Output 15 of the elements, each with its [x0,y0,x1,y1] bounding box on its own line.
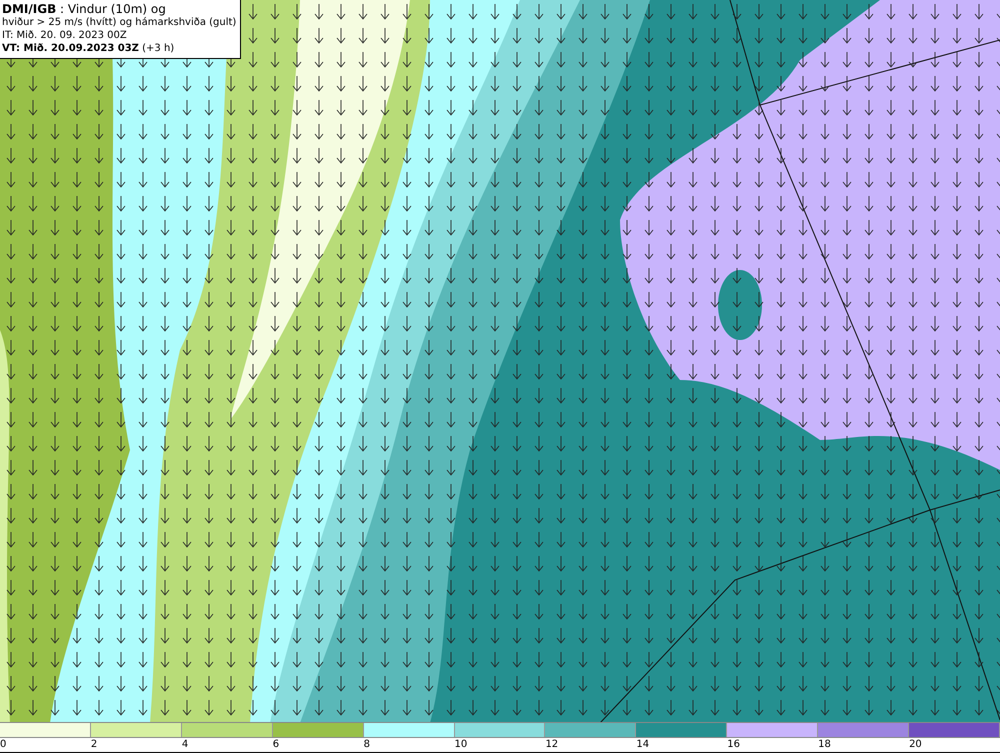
legend-tick-label: 2 [90,738,98,752]
legend-tick-label: 12 [545,738,558,752]
title-line: VT: Mið. 20.09.2023 03Z (+3 h) [2,42,176,55]
legend-tick-label: 8 [364,738,370,752]
title-line: hviður > 25 m/s (hvítt) og hámarkshviða (gult) [2,16,236,29]
title-line: IT: Mið. 20. 09. 2023 00Z [2,29,128,42]
legend-tick-label: 0 [0,738,6,752]
legend-tick-label: 6 [272,738,280,752]
legend-tick-label: 14 [636,738,650,752]
legend-tick-label: 16 [727,738,740,752]
title-line: DMI/IGB : Vindur (10m) og [2,2,167,16]
legend-tick-label: 4 [182,738,188,752]
legend-tick-label: 10 [454,738,468,752]
legend-tick-label: 18 [818,738,831,752]
legend-tick-label: 20 [909,738,922,752]
